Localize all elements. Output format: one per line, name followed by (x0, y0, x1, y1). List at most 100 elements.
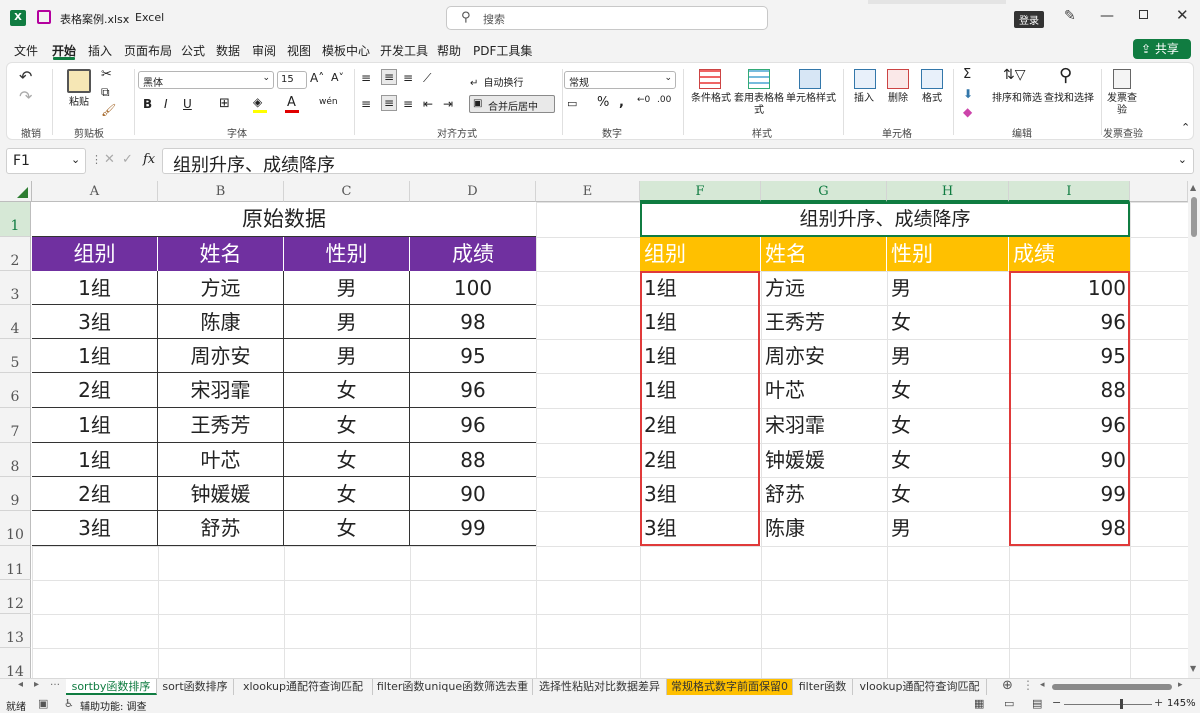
scrollbar-thumb[interactable] (1191, 197, 1197, 237)
row-header-9[interactable]: 9 (0, 477, 31, 511)
left-cell[interactable]: 100 (410, 271, 536, 305)
left-table-title[interactable]: 原始数据 (32, 202, 536, 237)
right-cell[interactable]: 1组 (640, 373, 761, 408)
cell-style-button[interactable]: 单元格样式 (785, 93, 837, 105)
fill-color-icon[interactable]: ◈ (253, 95, 262, 109)
right-cell[interactable]: 98 (1009, 511, 1130, 546)
enter-icon[interactable]: ✓ (122, 152, 133, 167)
zoom-slider[interactable] (1064, 704, 1152, 705)
left-cell[interactable]: 99 (410, 511, 536, 546)
right-header-1[interactable]: 姓名 (761, 237, 887, 271)
left-cell[interactable]: 女 (284, 477, 410, 511)
left-cell[interactable]: 2组 (32, 477, 158, 511)
align-left-icon[interactable]: ≡ (361, 97, 371, 111)
more-icon[interactable]: ⋮ (91, 153, 102, 166)
column-header-blank[interactable] (1130, 181, 1188, 202)
left-cell[interactable]: 1组 (32, 271, 158, 305)
macro-icon[interactable]: ▣ (38, 697, 48, 710)
row-header-8[interactable]: 8 (0, 443, 31, 477)
left-cell[interactable]: 周亦安 (158, 339, 284, 373)
column-header-G[interactable]: G (761, 181, 887, 202)
left-cell[interactable]: 钟媛媛 (158, 477, 284, 511)
row-header-2[interactable]: 2 (0, 237, 31, 271)
close-icon[interactable]: ✕ (1176, 6, 1189, 24)
percent-icon[interactable]: % (597, 95, 609, 110)
redo-icon[interactable]: ↷ (19, 87, 32, 106)
zoom-level[interactable]: 145% (1167, 698, 1196, 709)
expand-formula-icon[interactable]: ⌄ (1178, 153, 1187, 166)
sheet-tab[interactable]: xlookup通配符查询匹配 (234, 679, 373, 695)
font-color-icon[interactable]: A (287, 95, 296, 110)
table-format-button[interactable]: 套用表格格式 (731, 93, 787, 117)
right-table-title[interactable]: 组别升序、成绩降序 (640, 202, 1130, 237)
left-cell[interactable]: 男 (284, 271, 410, 305)
sheet-tab[interactable]: filter函数 (793, 679, 853, 695)
vertical-scrollbar[interactable]: ▲ ▼ (1188, 181, 1200, 678)
sort-filter-button[interactable]: 排序和筛选 (991, 93, 1043, 105)
delete-cells-button[interactable]: 删除 (883, 93, 913, 105)
right-cell[interactable]: 95 (1009, 339, 1130, 373)
left-cell[interactable]: 女 (284, 373, 410, 408)
pen-icon[interactable]: ✎ (1064, 8, 1076, 24)
decrease-decimal-icon[interactable]: .00 (657, 95, 671, 105)
menu-help[interactable]: 帮助 (437, 42, 461, 59)
left-cell[interactable]: 方远 (158, 271, 284, 305)
menu-developer[interactable]: 开发工具 (380, 42, 428, 59)
format-cells-button[interactable]: 格式 (917, 93, 947, 105)
autosum-icon[interactable]: Σ (963, 67, 971, 82)
left-cell[interactable]: 96 (410, 408, 536, 443)
right-cell[interactable]: 96 (1009, 305, 1130, 339)
scroll-down-icon[interactable]: ▼ (1190, 664, 1196, 673)
cell-style-icon[interactable] (799, 69, 821, 89)
sheet-tab[interactable]: filter函数unique函数筛选去重 (373, 679, 533, 695)
increase-indent-icon[interactable]: ⇥ (443, 97, 453, 111)
column-header-E[interactable]: E (536, 181, 640, 202)
column-header-F[interactable]: F (640, 181, 761, 202)
right-cell[interactable]: 男 (887, 271, 1009, 305)
left-cell[interactable]: 96 (410, 373, 536, 408)
insert-cells-icon[interactable] (854, 69, 876, 89)
share-button[interactable]: ⇪ 共享 (1133, 39, 1191, 59)
border-icon[interactable]: ⊞ (219, 96, 230, 111)
decrease-indent-icon[interactable]: ⇤ (423, 97, 433, 111)
bold-icon[interactable]: B (143, 97, 152, 111)
left-cell[interactable]: 王秀芳 (158, 408, 284, 443)
format-painter-icon[interactable]: 🖌 (101, 103, 116, 117)
insert-function-icon[interactable]: fx (143, 152, 155, 167)
invoice-check-icon[interactable] (1113, 69, 1131, 89)
normal-view-icon[interactable]: ▦ (974, 697, 984, 710)
number-format-select[interactable]: 常规 ⌄ (564, 71, 676, 89)
right-cell[interactable]: 1组 (640, 339, 761, 373)
row-header-3[interactable]: 3 (0, 271, 31, 305)
row-header-13[interactable]: 13 (0, 614, 31, 648)
table-format-icon[interactable] (748, 69, 770, 89)
right-cell[interactable]: 1组 (640, 271, 761, 305)
right-cell[interactable]: 100 (1009, 271, 1130, 305)
login-button[interactable]: 登录 (1014, 11, 1044, 28)
formula-input[interactable]: 组别升序、成绩降序 ⌄ (162, 148, 1194, 176)
right-cell[interactable]: 陈康 (761, 511, 887, 546)
accessibility-status[interactable]: 辅助功能: 调查 (80, 698, 147, 713)
fill-icon[interactable]: ⬇ (963, 87, 973, 101)
right-cell[interactable]: 99 (1009, 477, 1130, 511)
left-cell[interactable]: 3组 (32, 305, 158, 339)
right-cell[interactable]: 2组 (640, 443, 761, 477)
insert-cells-button[interactable]: 插入 (849, 93, 879, 105)
shrink-font-icon[interactable]: A˅ (331, 71, 344, 84)
zoom-in-icon[interactable]: + (1154, 696, 1163, 709)
invoice-check-button[interactable]: 发票查验 (1107, 93, 1137, 117)
accessibility-icon[interactable]: ♿ (64, 697, 74, 710)
left-cell[interactable]: 2组 (32, 373, 158, 408)
menu-page-layout[interactable]: 页面布局 (124, 42, 172, 59)
right-cell[interactable]: 女 (887, 373, 1009, 408)
right-header-0[interactable]: 组别 (640, 237, 761, 271)
underline-icon[interactable]: U (183, 97, 192, 111)
right-cell[interactable]: 88 (1009, 373, 1130, 408)
row-header-11[interactable]: 11 (0, 546, 31, 580)
right-cell[interactable]: 90 (1009, 443, 1130, 477)
grow-font-icon[interactable]: A˄ (310, 71, 324, 85)
sheet-tab[interactable]: 常规格式数字前面保留0 (667, 679, 793, 695)
merge-center-button[interactable]: ▣ 合并后居中 (469, 95, 555, 113)
right-cell[interactable]: 钟媛媛 (761, 443, 887, 477)
clear-icon[interactable]: ◆ (963, 105, 972, 119)
